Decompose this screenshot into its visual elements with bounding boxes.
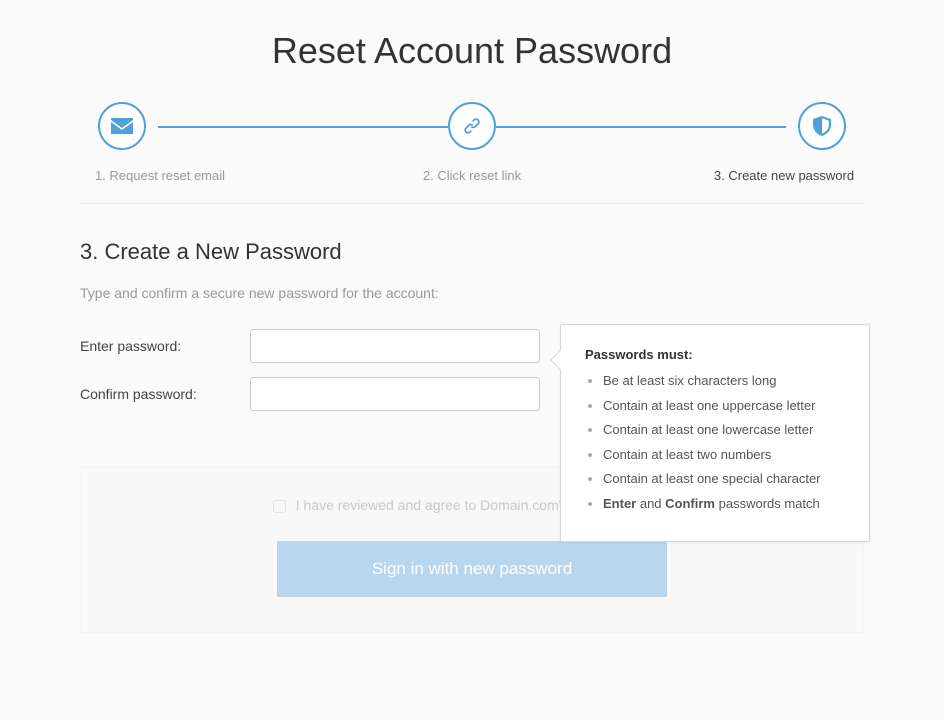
rule-item: Contain at least one lowercase letter [603,421,847,439]
step-label-3: 3. Create new password [704,168,864,183]
signin-button[interactable]: Sign in with new password [277,541,667,597]
envelope-icon [98,102,146,150]
stepper-line [158,126,448,128]
confirm-password-input[interactable] [250,377,540,411]
rule-item: Contain at least one uppercase letter [603,397,847,415]
section-heading: 3. Create a New Password [80,239,864,265]
rule-item: Contain at least one special character [603,470,847,488]
shield-icon [798,102,846,150]
password-form: Enter password: Confirm password: Passwo… [80,329,864,411]
agree-text-pre: I have reviewed and agree to Domain.com'… [296,497,573,513]
step-request-email [98,102,146,150]
step-labels: 1. Request reset email 2. Click reset li… [80,168,864,183]
tooltip-title: Passwords must: [585,347,847,362]
step-label-2: 2. Click reset link [392,168,552,183]
stepper [98,102,846,150]
rule-item: Be at least six characters long [603,372,847,390]
divider [80,203,864,204]
confirm-password-label: Confirm password: [80,386,250,402]
section-subheading: Type and confirm a secure new password f… [80,285,864,301]
link-icon [448,102,496,150]
rule-item: Contain at least two numbers [603,446,847,464]
step-create-password [798,102,846,150]
step-click-link [448,102,496,150]
page-title: Reset Account Password [80,30,864,72]
agree-checkbox[interactable] [273,500,286,513]
stepper-line [496,126,786,128]
password-rules-tooltip: Passwords must: Be at least six characte… [560,324,870,542]
enter-password-input[interactable] [250,329,540,363]
step-label-1: 1. Request reset email [80,168,240,183]
rule-item-match: Enter and Confirm passwords match [603,495,847,513]
enter-password-label: Enter password: [80,338,250,354]
